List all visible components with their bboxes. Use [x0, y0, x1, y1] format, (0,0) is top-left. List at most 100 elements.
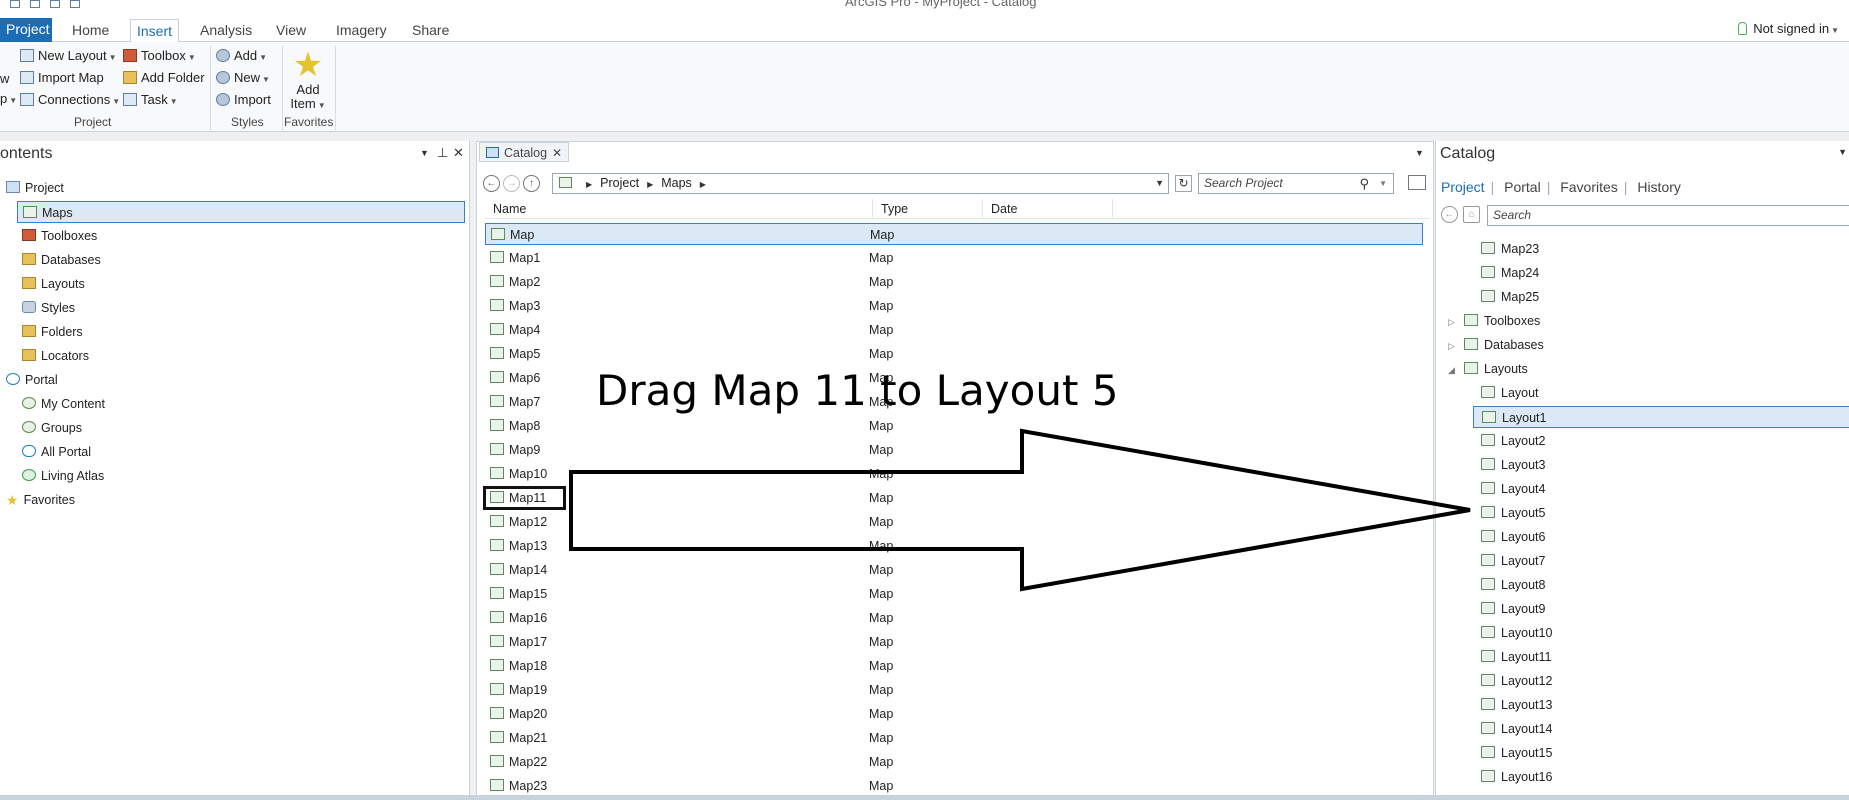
- contents-tree-item[interactable]: Styles: [22, 297, 75, 319]
- search-icon[interactable]: ⚲: [1359, 174, 1369, 193]
- catalog-item-row[interactable]: Map14 Map: [485, 559, 1423, 581]
- tab-catalog-portal[interactable]: Portal: [1504, 179, 1541, 195]
- collapsed-triangle-icon[interactable]: ▷: [1448, 311, 1460, 333]
- contents-tree-item[interactable]: Folders: [22, 321, 83, 343]
- tab-imagery[interactable]: Imagery: [330, 19, 393, 42]
- back-icon[interactable]: ←: [483, 175, 500, 192]
- back-icon[interactable]: ←: [1441, 206, 1458, 223]
- catalog-item-row[interactable]: Map18 Map: [485, 655, 1423, 677]
- contents-tree-item[interactable]: Project: [6, 177, 64, 199]
- tab-analysis[interactable]: Analysis: [194, 19, 258, 42]
- task-button[interactable]: Task ▼: [123, 90, 178, 110]
- catalog-item-row[interactable]: Map8 Map: [485, 415, 1423, 437]
- catalog-item-row[interactable]: Map Map: [485, 223, 1423, 245]
- breadcrumb-project[interactable]: Project: [600, 176, 639, 190]
- catalog-item-row[interactable]: Map13 Map: [485, 535, 1423, 557]
- catalog-pane-item[interactable]: Map25: [1481, 286, 1539, 308]
- tab-project[interactable]: Project: [0, 18, 52, 42]
- catalog-pane-item[interactable]: Map24: [1481, 262, 1539, 284]
- new-style-button[interactable]: New ▼: [216, 68, 270, 88]
- pin-icon[interactable]: ⊥: [437, 145, 448, 161]
- catalog-pane-item[interactable]: Layout15: [1481, 742, 1552, 764]
- catalog-item-row[interactable]: Map21 Map: [485, 727, 1423, 749]
- catalog-item-row[interactable]: Map10 Map: [485, 463, 1423, 485]
- expanded-triangle-icon[interactable]: ◢: [1448, 359, 1460, 381]
- catalog-item-row[interactable]: Map2 Map: [485, 271, 1423, 293]
- contents-tree-item[interactable]: All Portal: [22, 441, 91, 463]
- breadcrumb-maps[interactable]: Maps: [661, 176, 692, 190]
- refresh-icon[interactable]: ↻: [1175, 175, 1192, 192]
- tab-catalog-history[interactable]: History: [1637, 179, 1681, 195]
- catalog-item-row[interactable]: Map11 Map: [483, 486, 1423, 510]
- catalog-pane-item[interactable]: Layout12: [1481, 670, 1552, 692]
- up-icon[interactable]: ↑: [523, 175, 540, 192]
- catalog-item-row[interactable]: Map3 Map: [485, 295, 1423, 317]
- tab-view[interactable]: View: [270, 19, 312, 42]
- catalog-pane-item[interactable]: ▷ Toolboxes: [1448, 310, 1540, 332]
- add-item-button[interactable]: ★ Add Item ▼: [288, 47, 328, 113]
- chevron-down-icon[interactable]: ▼: [1155, 174, 1164, 193]
- contents-tree-item[interactable]: Layouts: [22, 273, 85, 295]
- new-layout-button[interactable]: New Layout ▼: [20, 46, 117, 66]
- import-map-button[interactable]: Import Map: [20, 68, 104, 88]
- contents-tree-item[interactable]: Groups: [22, 417, 82, 439]
- catalog-item-row[interactable]: Map19 Map: [485, 679, 1423, 701]
- catalog-pane-item[interactable]: ▷ Databases: [1448, 334, 1544, 356]
- catalog-pane-item[interactable]: Layout3: [1481, 454, 1545, 476]
- catalog-item-row[interactable]: Map17 Map: [485, 631, 1423, 653]
- catalog-pane-item[interactable]: Layout14: [1481, 718, 1552, 740]
- chevron-down-icon[interactable]: ▼: [1379, 174, 1387, 193]
- tab-catalog-favorites[interactable]: Favorites: [1560, 179, 1618, 195]
- catalog-pane-item[interactable]: Layout9: [1481, 598, 1545, 620]
- details-view-icon[interactable]: [1408, 175, 1426, 190]
- import-style-button[interactable]: Import: [216, 90, 271, 110]
- tab-share[interactable]: Share: [406, 19, 455, 42]
- tab-home[interactable]: Home: [66, 19, 115, 42]
- catalog-pane-item[interactable]: Layout16: [1481, 766, 1552, 788]
- contents-tree-item[interactable]: Portal: [6, 369, 58, 391]
- catalog-item-row[interactable]: Map15 Map: [485, 583, 1423, 605]
- view-options-icon[interactable]: ▼: [1415, 148, 1424, 158]
- quick-access-toolbar[interactable]: [10, 0, 150, 8]
- new-map-dropdown[interactable]: p ▼: [0, 89, 17, 109]
- catalog-item-row[interactable]: Map22 Map: [485, 751, 1423, 773]
- catalog-item-row[interactable]: Map12 Map: [485, 511, 1423, 533]
- catalog-pane-item[interactable]: Layout5: [1481, 502, 1545, 524]
- column-header-name[interactable]: Name: [485, 199, 873, 219]
- tab-catalog-project[interactable]: Project: [1441, 179, 1485, 195]
- forward-icon[interactable]: →: [503, 175, 520, 192]
- contents-tree-item[interactable]: ★ Favorites: [6, 489, 75, 511]
- catalog-pane-item[interactable]: Layout13: [1481, 694, 1552, 716]
- catalog-item-row[interactable]: Map16 Map: [485, 607, 1423, 629]
- toolbox-button[interactable]: Toolbox ▼: [123, 46, 196, 66]
- catalog-search-input[interactable]: Search: [1487, 205, 1849, 226]
- contents-tree-item[interactable]: Maps: [17, 201, 465, 223]
- catalog-pane-item[interactable]: Layout4: [1481, 478, 1545, 500]
- column-header-date[interactable]: Date: [983, 199, 1113, 219]
- catalog-item-row[interactable]: Map23 Map: [485, 775, 1423, 797]
- catalog-pane-item[interactable]: Layout10: [1481, 622, 1552, 644]
- catalog-item-row[interactable]: Map1 Map: [485, 247, 1423, 269]
- catalog-pane-item[interactable]: Map23: [1481, 238, 1539, 260]
- home-icon[interactable]: ⌂: [1463, 206, 1480, 223]
- collapsed-triangle-icon[interactable]: ▷: [1448, 335, 1460, 357]
- add-folder-button[interactable]: Add Folder: [123, 68, 205, 88]
- contents-tree-item[interactable]: Databases: [22, 249, 101, 271]
- catalog-pane-item[interactable]: Layout8: [1481, 574, 1545, 596]
- add-style-button[interactable]: Add ▼: [216, 46, 267, 66]
- catalog-pane-item[interactable]: Layout6: [1481, 526, 1545, 548]
- catalog-pane-item[interactable]: Layout7: [1481, 550, 1545, 572]
- contents-tree-item[interactable]: Toolboxes: [22, 225, 97, 247]
- path-breadcrumb[interactable]: ▶ Project ▶ Maps ▶ ▼: [552, 173, 1169, 194]
- catalog-item-row[interactable]: Map20 Map: [485, 703, 1423, 725]
- catalog-pane-item[interactable]: ◢ Layouts: [1448, 358, 1528, 380]
- column-header-type[interactable]: Type: [873, 199, 983, 219]
- sign-in-status[interactable]: Not signed in ▼: [1738, 19, 1839, 39]
- close-tab-icon[interactable]: ✕: [552, 143, 562, 163]
- catalog-item-row[interactable]: Map5 Map: [485, 343, 1423, 365]
- catalog-pane-item[interactable]: Layout2: [1481, 430, 1545, 452]
- close-icon[interactable]: ✕: [453, 145, 464, 161]
- new-map-button[interactable]: w: [0, 69, 9, 89]
- catalog-item-row[interactable]: Map9 Map: [485, 439, 1423, 461]
- catalog-item-row[interactable]: Map4 Map: [485, 319, 1423, 341]
